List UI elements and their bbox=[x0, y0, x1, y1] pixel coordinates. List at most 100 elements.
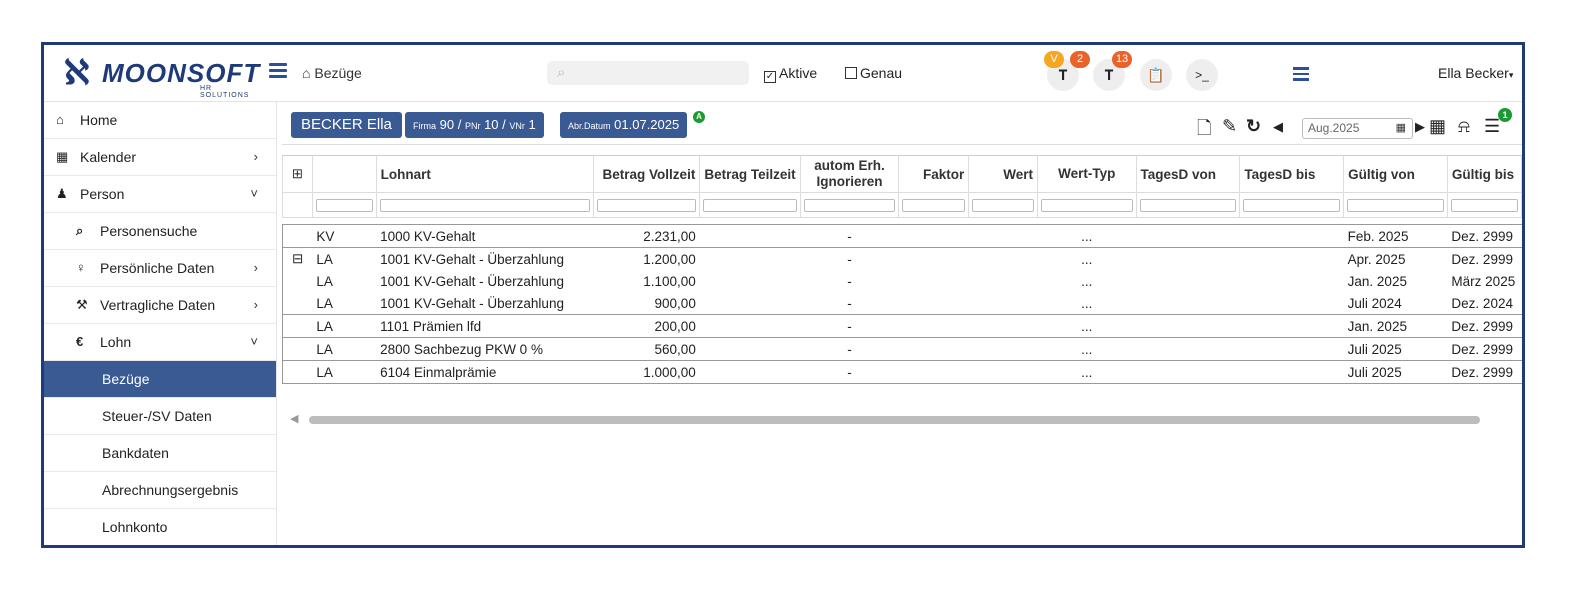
user-menu[interactable]: Ella Becker▾ bbox=[1438, 65, 1513, 81]
calculator-icon[interactable]: ▦ bbox=[1429, 116, 1446, 137]
table-row[interactable]: LA 1001 KV-Gehalt - Überzahlung 1.100,00 -.… bbox=[282, 270, 1522, 292]
column-header-faktor[interactable]: Faktor bbox=[898, 155, 970, 193]
edit-pencil-icon[interactable]: ✎ bbox=[1222, 116, 1237, 137]
column-header-betrag-teilzeit[interactable]: Betrag Teilzeit bbox=[699, 155, 801, 193]
terminal-button[interactable]: >_ bbox=[1186, 59, 1218, 91]
filter-cell-empty bbox=[282, 192, 313, 218]
employee-ids-button[interactable]: Firma 90 / PNr 10 / VNr 1 bbox=[405, 112, 544, 138]
table-row[interactable]: LA 6104 Einmalprämie 1.000,00 -... Juli 2025… bbox=[282, 360, 1522, 384]
cell-teilzeit bbox=[699, 360, 801, 384]
new-document-icon[interactable]: 🗋 bbox=[1197, 116, 1211, 146]
column-header-wert[interactable]: Wert bbox=[968, 155, 1038, 193]
vnr-label: VNr bbox=[509, 121, 525, 131]
sidebar-item-bezuege[interactable]: Bezüge bbox=[44, 361, 276, 398]
filter-aktive-checkbox[interactable]: ✓ Aktive bbox=[764, 65, 817, 83]
sidebar-item-person[interactable]: ♟ Person ˅ bbox=[44, 176, 276, 213]
filter-tagesd-bis-input[interactable] bbox=[1243, 198, 1341, 212]
cell-gvon: Juli 2024 bbox=[1343, 292, 1448, 315]
horizontal-scrollbar[interactable]: ◀ bbox=[290, 412, 1520, 426]
next-period-icon[interactable]: ▶ bbox=[1415, 119, 1425, 135]
cell-gvon: Juli 2025 bbox=[1343, 360, 1448, 384]
sidebar-item-lohnkonto[interactable]: Lohnkonto bbox=[44, 509, 276, 545]
chevron-right-icon: › bbox=[253, 297, 258, 312]
cell-typ: LA bbox=[312, 314, 377, 338]
sidebar-item-abrechnungsergebnis[interactable]: Abrechnungsergebnis bbox=[44, 472, 276, 509]
filter-betrag-teilzeit-input[interactable] bbox=[703, 198, 797, 212]
cell-gbis: Dez. 2024 bbox=[1447, 292, 1522, 315]
sidebar-item-persoenliche-daten[interactable]: ♀ Persönliche Daten › bbox=[44, 250, 276, 287]
scroll-left-arrow-icon[interactable]: ◀ bbox=[290, 412, 298, 425]
cell-autom: - bbox=[800, 247, 899, 270]
filter-row bbox=[282, 192, 1522, 218]
employee-name-button[interactable]: BECKER Ella bbox=[291, 112, 402, 138]
gavel-icon: ⚒ bbox=[76, 297, 88, 312]
sidebar-item-lohn[interactable]: € Lohn ˅ bbox=[44, 324, 276, 361]
filter-gueltig-bis-input[interactable] bbox=[1450, 198, 1518, 212]
sidebar-item-home[interactable]: ⌂ Home bbox=[44, 102, 276, 139]
cell-teilzeit bbox=[699, 337, 801, 361]
vacation-branch-button[interactable]: 𝚻 V 2 bbox=[1044, 51, 1090, 91]
badge-count-2: 2 bbox=[1070, 51, 1090, 68]
filter-betrag-vollzeit-input[interactable] bbox=[597, 198, 697, 212]
moonsoft-logo[interactable]: ℵ MOONSOFT HR SOLUTIONS bbox=[64, 55, 259, 99]
logo-subtitle: HR SOLUTIONS bbox=[200, 85, 250, 99]
cell-tvon bbox=[1136, 270, 1240, 292]
bell-icon[interactable]: ⍾ bbox=[1458, 116, 1470, 137]
filter-typ-input[interactable] bbox=[315, 198, 373, 212]
search-input[interactable]: ⌕ bbox=[547, 61, 749, 85]
table-row[interactable]: LA 2800 Sachbezug PKW 0 % 560,00 -... Juli 2… bbox=[282, 337, 1522, 361]
table-row[interactable]: LA 1001 KV-Gehalt - Überzahlung 900,00 -...… bbox=[282, 292, 1522, 315]
column-header-gueltig-von[interactable]: Gültig von bbox=[1343, 155, 1448, 193]
ordered-list-icon[interactable]: ☰ bbox=[1484, 116, 1500, 137]
cell-tvon bbox=[1136, 360, 1240, 384]
filter-genau-checkbox[interactable]: Genau bbox=[845, 65, 902, 81]
sidebar-item-bankdaten[interactable]: Bankdaten bbox=[44, 435, 276, 472]
filter-faktor-input[interactable] bbox=[902, 198, 966, 212]
table-row[interactable]: LA 1101 Prämien lfd 200,00 -... Jan. 2025 Dez… bbox=[282, 314, 1522, 338]
row-collapse-toggle bbox=[282, 270, 313, 292]
filter-autom-erh-input[interactable] bbox=[803, 198, 896, 212]
table-row[interactable]: KV 1000 KV-Gehalt 2.231,00 -... Feb. 2025 Dez… bbox=[282, 224, 1522, 248]
clipboard-button[interactable]: 📋 bbox=[1140, 59, 1172, 91]
column-header-wert-typ[interactable]: Wert-Typ bbox=[1036, 155, 1137, 193]
sidebar-item-personensuche[interactable]: ⌕ Personensuche bbox=[44, 213, 276, 250]
filter-tagesd-von-input[interactable] bbox=[1139, 198, 1237, 212]
scrollbar-thumb[interactable] bbox=[309, 416, 1480, 424]
tasks-branch-button[interactable]: 𝚻 13 bbox=[1093, 51, 1132, 91]
column-header-gueltig-bis[interactable]: Gültig bis bbox=[1446, 155, 1522, 193]
filter-wert-input[interactable] bbox=[972, 198, 1034, 212]
sidebar-toggle-menu-icon[interactable] bbox=[269, 63, 287, 79]
filter-lohnart-input[interactable] bbox=[379, 198, 591, 212]
person-standing-icon: ♀ bbox=[76, 260, 86, 275]
row-collapse-toggle[interactable]: ⊟ bbox=[282, 247, 313, 270]
column-header-tagesd-von[interactable]: TagesD von bbox=[1135, 155, 1241, 193]
typ-header[interactable] bbox=[311, 155, 377, 193]
column-header-tagesd-bis[interactable]: TagesD bis bbox=[1239, 155, 1345, 193]
cell-gbis: Dez. 2999 bbox=[1447, 247, 1522, 270]
sidebar-item-steuer-sv-daten[interactable]: Steuer-/SV Daten bbox=[44, 398, 276, 435]
main-menu-icon[interactable] bbox=[1293, 67, 1309, 81]
refresh-icon[interactable]: ↻ bbox=[1246, 116, 1261, 137]
sidebar-item-vertragliche-daten[interactable]: ⚒ Vertragliche Daten › bbox=[44, 287, 276, 324]
abrechnungsdatum-button[interactable]: Abr.Datum 01.07.2025 bbox=[560, 112, 688, 138]
chevron-right-icon: › bbox=[253, 260, 258, 275]
filter-cell bbox=[968, 192, 1038, 218]
cell-lohnart: 2800 Sachbezug PKW 0 % bbox=[376, 337, 594, 361]
column-header-lohnart[interactable]: Lohnart bbox=[375, 155, 595, 193]
period-date-picker[interactable]: Aug.2025 ▦ bbox=[1302, 118, 1413, 139]
expand-all-header[interactable]: ⊞ bbox=[282, 155, 313, 193]
filter-gueltig-von-input[interactable] bbox=[1347, 198, 1444, 212]
cell-tvon bbox=[1136, 314, 1240, 338]
filter-cell bbox=[699, 192, 801, 218]
chevron-down-icon: ˅ bbox=[250, 186, 258, 201]
prev-period-icon[interactable]: ◀ bbox=[1273, 119, 1283, 135]
table-row[interactable]: ⊟ LA 1001 KV-Gehalt - Überzahlung 1.200,00 -… bbox=[282, 247, 1522, 270]
column-header-autom-erh[interactable]: autom Erh. Ignorieren bbox=[799, 155, 900, 193]
filter-wert-typ-input[interactable] bbox=[1040, 198, 1133, 212]
breadcrumb[interactable]: ⌂ Bezüge bbox=[302, 65, 362, 81]
sidebar: ⌂ Home ▦ Kalender › ♟ Person ˅ ⌕ Persone… bbox=[44, 102, 277, 545]
sidebar-item-kalender[interactable]: ▦ Kalender › bbox=[44, 139, 276, 176]
column-header-betrag-vollzeit[interactable]: Betrag Vollzeit bbox=[593, 155, 701, 193]
cell-lohnart: 1001 KV-Gehalt - Überzahlung bbox=[380, 273, 564, 289]
filter-cell bbox=[311, 192, 377, 218]
